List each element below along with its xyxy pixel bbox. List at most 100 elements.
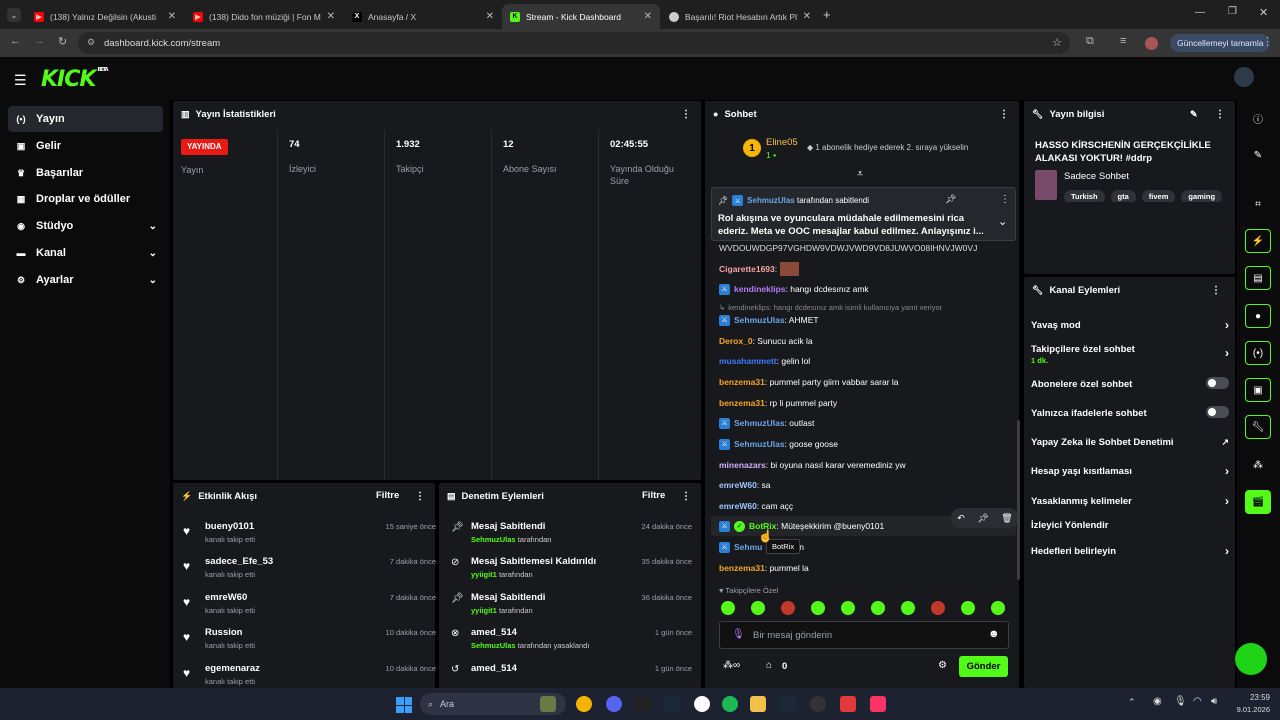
sidebar-item-studyo[interactable]: ◉ Stüdyo ⌄: [8, 213, 163, 239]
browser-tab-1[interactable]: ▶ (138) Yalnız Değilsin (Akusti ✕: [26, 4, 184, 29]
maximize-icon[interactable]: ❐: [1228, 6, 1237, 17]
chrome-icon[interactable]: [576, 696, 592, 712]
channel-action-followers-only[interactable]: Takipçilere özel sohbet 1 dk. ›: [1031, 344, 1229, 365]
mod-actor[interactable]: yyiigit1: [471, 606, 497, 615]
steam-icon[interactable]: [780, 696, 796, 712]
channel-action-slow-mode[interactable]: Yavaş mod ›: [1031, 318, 1229, 332]
channel-action-ai-moderation[interactable]: Yapay Zeka ile Sohbet Denetimi ↗: [1031, 437, 1229, 448]
chat-username[interactable]: benzema31: [719, 563, 765, 573]
more-icon[interactable]: ⋮: [415, 491, 425, 502]
infinity-points-icon[interactable]: ⁂∞: [723, 660, 740, 671]
kick-logo[interactable]: KICK BETA: [41, 67, 109, 92]
site-info-icon[interactable]: ⚙: [87, 37, 95, 48]
chat-username[interactable]: SehmuzUlas: [734, 439, 785, 449]
back-icon[interactable]: ←: [10, 35, 21, 47]
close-icon[interactable]: ✕: [803, 11, 811, 22]
pinned-author[interactable]: SehmuzUlas: [747, 196, 795, 205]
chat-settings-icon[interactable]: ⚙: [938, 660, 947, 671]
emote-icon[interactable]: [931, 601, 945, 615]
profile-avatar[interactable]: [1145, 37, 1158, 50]
chat-username[interactable]: emreW60: [719, 480, 757, 490]
spotify-icon[interactable]: [722, 696, 738, 712]
microphone-icon[interactable]: 🎙︎: [732, 629, 745, 640]
reply-icon[interactable]: ↶: [957, 513, 965, 524]
pin-icon[interactable]: 📌︎: [977, 513, 988, 524]
layout-icon[interactable]: ▣: [1245, 378, 1271, 402]
close-icon[interactable]: ✕: [486, 11, 494, 22]
file-explorer-icon[interactable]: [750, 696, 766, 712]
app-icon[interactable]: [840, 696, 856, 712]
microphone-icon[interactable]: 🎙︎: [1174, 696, 1187, 707]
mod-actor[interactable]: SehmuzUlas: [471, 641, 516, 650]
activity-user[interactable]: sadece_Efe_53: [205, 556, 273, 567]
window-close-icon[interactable]: ✕: [1259, 6, 1268, 19]
emote-icon[interactable]: [901, 601, 915, 615]
media-icon[interactable]: ≡: [1120, 35, 1126, 47]
close-icon[interactable]: ✕: [327, 11, 335, 22]
more-icon[interactable]: ⋮: [1211, 285, 1221, 296]
channel-action-raid[interactable]: İzleyici Yönlendir: [1031, 520, 1229, 531]
extensions-icon[interactable]: ⧉: [1086, 35, 1094, 48]
wrench-icon[interactable]: 🔧︎: [1245, 415, 1271, 439]
tag[interactable]: Turkish: [1064, 190, 1105, 202]
sidebar-item-ayarlar[interactable]: ⚙ Ayarlar ⌄: [8, 267, 163, 293]
forward-icon[interactable]: →: [34, 35, 45, 47]
chat-username[interactable]: kendineklips: [734, 284, 786, 294]
tray-chevron-icon[interactable]: ⌃: [1128, 697, 1136, 708]
bolt-icon[interactable]: ⚡: [1245, 229, 1271, 253]
emote-icon[interactable]: [721, 601, 735, 615]
browser-tab-5[interactable]: Başarılı! Riot Hesabın Artık Platf ✕: [661, 4, 819, 29]
emote-icon[interactable]: [991, 601, 1005, 615]
volume-icon[interactable]: 🔊︎: [1211, 696, 1217, 707]
discord-icon[interactable]: [606, 696, 622, 712]
close-icon[interactable]: ✕: [644, 11, 652, 22]
chat-username[interactable]: minenazars: [719, 460, 766, 470]
sidebar-item-gelir[interactable]: ▣ Gelir: [8, 133, 163, 159]
emote-icon[interactable]: [811, 601, 825, 615]
unpin-icon[interactable]: 📌︎: [945, 194, 956, 205]
browser-tab-4[interactable]: K Stream - Kick Dashboard ✕: [502, 4, 660, 29]
more-icon[interactable]: ⋮: [1215, 109, 1225, 120]
chat-scrollbar[interactable]: [1017, 420, 1020, 580]
emote-icon[interactable]: [751, 601, 765, 615]
channel-action-account-age[interactable]: Hesap yaşı kısıtlaması ›: [1031, 464, 1229, 478]
browser-tab-3[interactable]: X Anasayfa / X ✕: [344, 4, 502, 29]
chevron-down-icon[interactable]: ⌄: [998, 215, 1007, 228]
new-tab-icon[interactable]: +: [823, 7, 831, 22]
floating-action-button[interactable]: [1235, 643, 1267, 675]
clapper-icon[interactable]: 🎬︎: [1245, 490, 1271, 514]
chat-username[interactable]: benzema31: [719, 398, 765, 408]
broadcast-icon[interactable]: (•): [1245, 341, 1271, 365]
points-icon[interactable]: ⁂: [1245, 453, 1271, 477]
sidebar-item-basarilar[interactable]: ♛ Başarılar: [8, 160, 163, 186]
sidebar-item-kanal[interactable]: ▬ Kanal ⌄: [8, 240, 163, 266]
activity-user[interactable]: bueny0101: [205, 521, 254, 532]
clock-time[interactable]: 23:59: [1232, 693, 1270, 702]
more-icon[interactable]: ⋮: [681, 109, 691, 120]
chat-username[interactable]: Derox_0: [719, 336, 753, 346]
more-icon[interactable]: ⋮: [1000, 194, 1010, 205]
clock-date[interactable]: 9.01.2026: [1222, 705, 1270, 714]
collapse-icon[interactable]: ⩡: [857, 168, 863, 181]
emoji-icon[interactable]: ☻: [988, 628, 1000, 640]
clipboard-icon[interactable]: ▤: [1245, 266, 1271, 290]
more-icon[interactable]: ⋮: [999, 109, 1009, 120]
emote-icon[interactable]: [841, 601, 855, 615]
mod-actor[interactable]: SehmuzUlas: [471, 535, 516, 544]
network-icon[interactable]: ◉: [1153, 696, 1162, 707]
more-icon[interactable]: ⋮: [681, 491, 691, 502]
chat-username[interactable]: benzema31: [719, 377, 765, 387]
user-avatar[interactable]: [1234, 67, 1254, 87]
mod-actor[interactable]: yyiigit1: [471, 570, 497, 579]
focus-icon[interactable]: ⌗: [1245, 192, 1271, 216]
valorant-icon[interactable]: [870, 696, 886, 712]
channel-action-banned-words[interactable]: Yasaklanmış kelimeler ›: [1031, 494, 1229, 508]
reload-icon[interactable]: ↻: [58, 35, 67, 48]
chat-username[interactable]: Sehmu: [734, 542, 762, 552]
obs-icon[interactable]: [810, 696, 826, 712]
tab-search-icon[interactable]: ⌄: [7, 8, 21, 22]
send-button[interactable]: Gönder: [959, 656, 1008, 677]
tag[interactable]: gta: [1110, 190, 1136, 202]
activity-user[interactable]: emreW60: [205, 592, 247, 603]
stream-category[interactable]: Sadece Sohbet: [1064, 171, 1129, 182]
